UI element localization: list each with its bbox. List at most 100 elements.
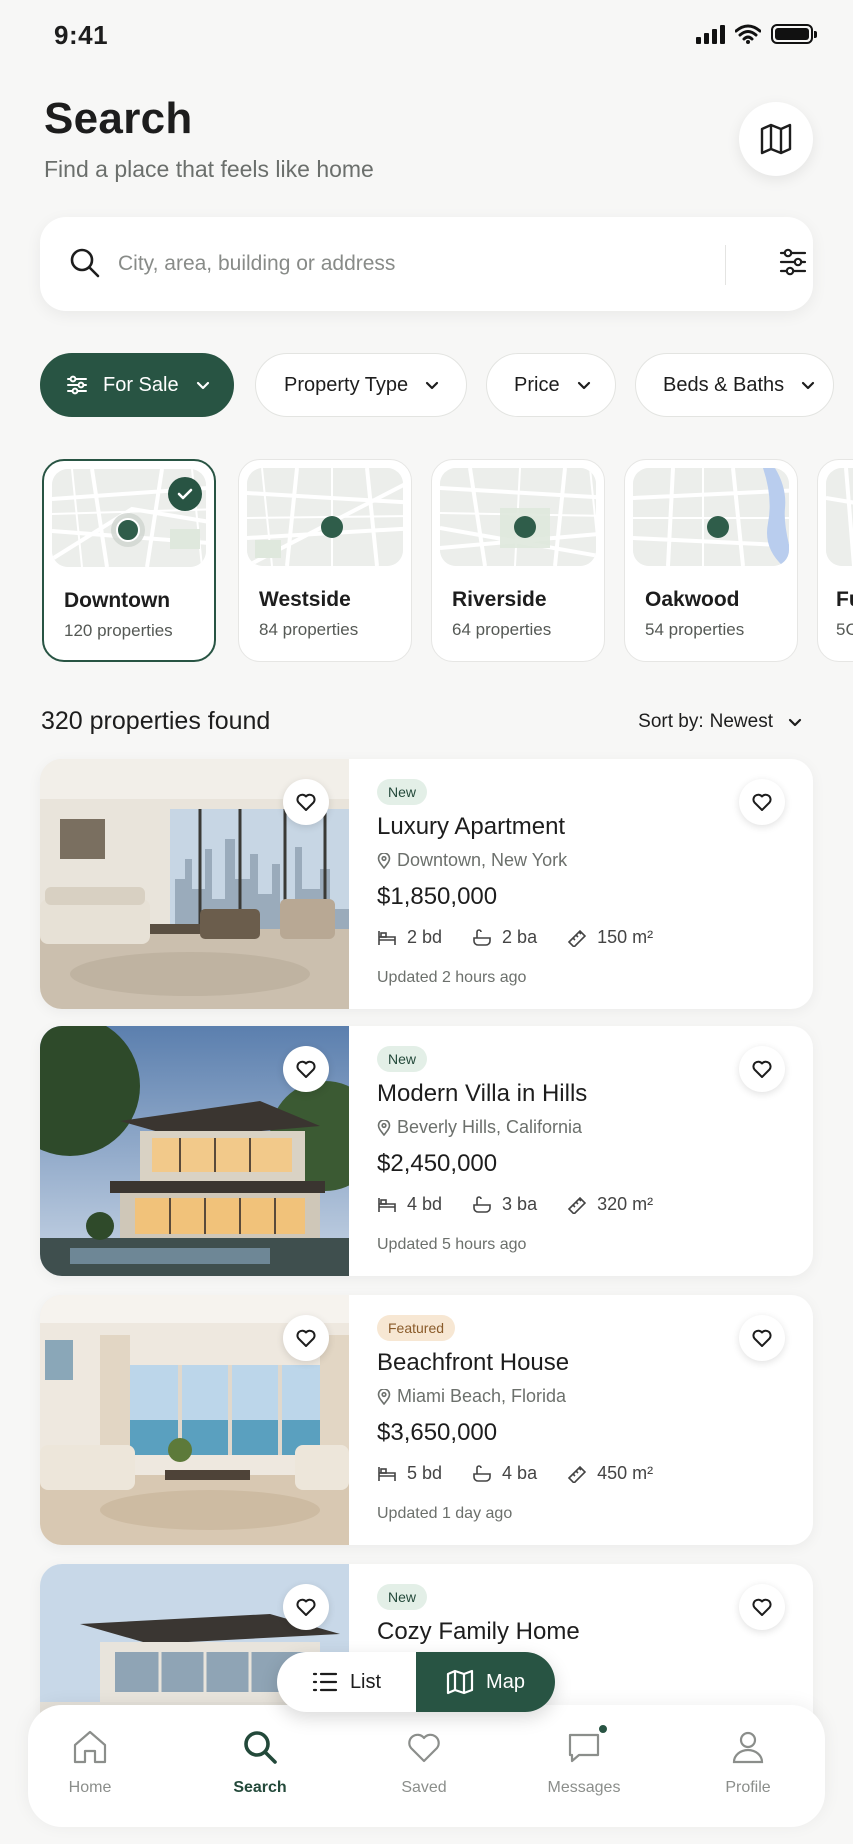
chat-icon xyxy=(568,1733,600,1763)
map-icon xyxy=(446,1669,474,1695)
save-listing-button[interactable] xyxy=(739,1046,785,1092)
area-map-thumbnail xyxy=(633,468,789,566)
sort-label: Sort by: xyxy=(638,711,704,732)
map-view-toggle-button[interactable]: Map xyxy=(416,1652,555,1712)
nav-item-saved[interactable]: Saved xyxy=(364,1727,484,1797)
chevron-down-icon xyxy=(788,718,802,727)
area-size: 450 m² xyxy=(597,1463,654,1483)
filter-chip-property-type[interactable]: Property Type xyxy=(255,353,467,417)
search-input[interactable] xyxy=(118,241,638,287)
list-label: List xyxy=(349,1670,382,1693)
heart-icon xyxy=(752,1598,772,1616)
listing-updated: Updated 5 hours ago xyxy=(377,1236,527,1253)
sliders-icon xyxy=(67,375,87,395)
area-card-riverside[interactable]: Riverside 64 properties xyxy=(431,459,605,662)
save-listing-button[interactable] xyxy=(739,1584,785,1630)
search-icon xyxy=(70,248,100,278)
area-card-westside[interactable]: Westside 84 properties xyxy=(238,459,412,662)
listing-badge: Featured xyxy=(377,1315,456,1341)
nav-item-messages[interactable]: Messages xyxy=(524,1723,644,1797)
area-size: 320 m² xyxy=(597,1194,654,1214)
photo-favorite-button[interactable] xyxy=(283,1046,329,1092)
chevron-down-icon xyxy=(426,381,439,390)
listing-card[interactable]: New Modern Villa in Hills Beverly Hills,… xyxy=(40,1026,813,1276)
page-title: Search xyxy=(44,94,193,143)
nav-item-profile[interactable]: Profile xyxy=(688,1727,808,1797)
beds-count: 2 bd xyxy=(407,927,443,947)
listing-stats: 5 bd 4 ba 450 m² xyxy=(377,1463,683,1484)
listing-price: $1,850,000 xyxy=(377,883,498,910)
sort-dropdown[interactable]: Sort by: Newest xyxy=(638,711,803,733)
listing-stats: 2 bd 2 ba 150 m² xyxy=(377,927,683,948)
battery-icon xyxy=(771,24,817,44)
photo-favorite-button[interactable] xyxy=(283,1584,329,1630)
nav-label: Home xyxy=(68,1779,112,1796)
filter-chip-label: Property Type xyxy=(284,373,409,396)
checkmark-icon xyxy=(168,477,202,511)
baths-count: 3 ba xyxy=(502,1194,538,1214)
search-icon xyxy=(244,1731,277,1764)
location-pin-icon xyxy=(377,1388,391,1405)
heart-icon xyxy=(752,793,772,811)
page-subtitle: Find a place that feels like home xyxy=(44,156,374,182)
filter-chip-beds-baths[interactable]: Beds & Baths xyxy=(635,353,834,417)
bath-icon xyxy=(473,1195,491,1213)
area-map-thumbnail xyxy=(440,468,596,566)
save-listing-button[interactable] xyxy=(739,1315,785,1361)
area-card-oakwood[interactable]: Oakwood 54 properties xyxy=(624,459,798,662)
sliders-icon[interactable] xyxy=(776,245,810,279)
status-time: 9:41 xyxy=(54,20,109,50)
listing-card[interactable]: Featured Beachfront House Miami Beach, F… xyxy=(40,1295,813,1545)
bath-icon xyxy=(473,928,491,946)
search-bar xyxy=(40,217,813,311)
listing-card[interactable]: New Luxury Apartment Downtown, New York … xyxy=(40,759,813,1009)
listing-location: Beverly Hills, California xyxy=(377,1117,582,1138)
map-label: Map xyxy=(486,1670,525,1693)
area-count: 120 properties xyxy=(64,621,173,640)
nav-item-home[interactable]: Home xyxy=(30,1727,150,1797)
heart-icon xyxy=(408,1733,440,1763)
filter-chip-price[interactable]: Price xyxy=(486,353,616,417)
listing-title: Modern Villa in Hills xyxy=(377,1080,588,1107)
results-count: 320 properties found xyxy=(41,707,271,735)
nav-label: Saved xyxy=(401,1779,447,1796)
heart-icon xyxy=(752,1329,772,1347)
bed-icon xyxy=(378,1197,396,1212)
area-card-downtown[interactable]: Downtown 120 properties xyxy=(42,459,216,662)
area-name: Oakwood xyxy=(645,588,740,611)
area-count: 84 properties xyxy=(259,620,359,639)
listing-price: $2,450,000 xyxy=(377,1150,498,1177)
area-count: 5C xyxy=(836,620,853,639)
listing-location: Downtown, New York xyxy=(377,850,567,871)
bed-icon xyxy=(378,1466,396,1481)
user-icon xyxy=(732,1731,764,1764)
chevron-down-icon xyxy=(802,381,815,390)
photo-favorite-button[interactable] xyxy=(283,779,329,825)
home-icon xyxy=(73,1730,107,1764)
chevron-down-icon xyxy=(577,381,590,390)
heart-icon xyxy=(752,1060,772,1078)
photo-favorite-button[interactable] xyxy=(283,1315,329,1361)
nav-label: Messages xyxy=(547,1779,621,1796)
save-listing-button[interactable] xyxy=(739,779,785,825)
heart-icon xyxy=(296,1329,316,1347)
heart-icon xyxy=(296,1060,316,1078)
signal-icon xyxy=(696,24,725,44)
nav-item-search[interactable]: Search xyxy=(200,1727,320,1797)
filter-chip-for-sale[interactable]: For Sale xyxy=(40,353,234,417)
heart-icon xyxy=(296,793,316,811)
sort-value: Newest xyxy=(709,711,773,732)
filter-chip-label: Beds & Baths xyxy=(663,373,785,396)
map-icon xyxy=(760,123,792,155)
listing-badge: New xyxy=(377,779,428,805)
area-name: Westside xyxy=(259,588,351,611)
map-view-button[interactable] xyxy=(739,102,813,176)
list-view-button[interactable]: List xyxy=(277,1652,416,1712)
status-icons xyxy=(696,24,817,44)
location-pin-icon xyxy=(377,852,391,869)
location-text: Miami Beach, Florida xyxy=(397,1386,567,1406)
beds-count: 5 bd xyxy=(407,1463,443,1483)
area-card-partial[interactable]: Fu 5C xyxy=(817,459,853,662)
listing-photo xyxy=(40,759,349,1009)
nav-label: Profile xyxy=(725,1779,771,1796)
